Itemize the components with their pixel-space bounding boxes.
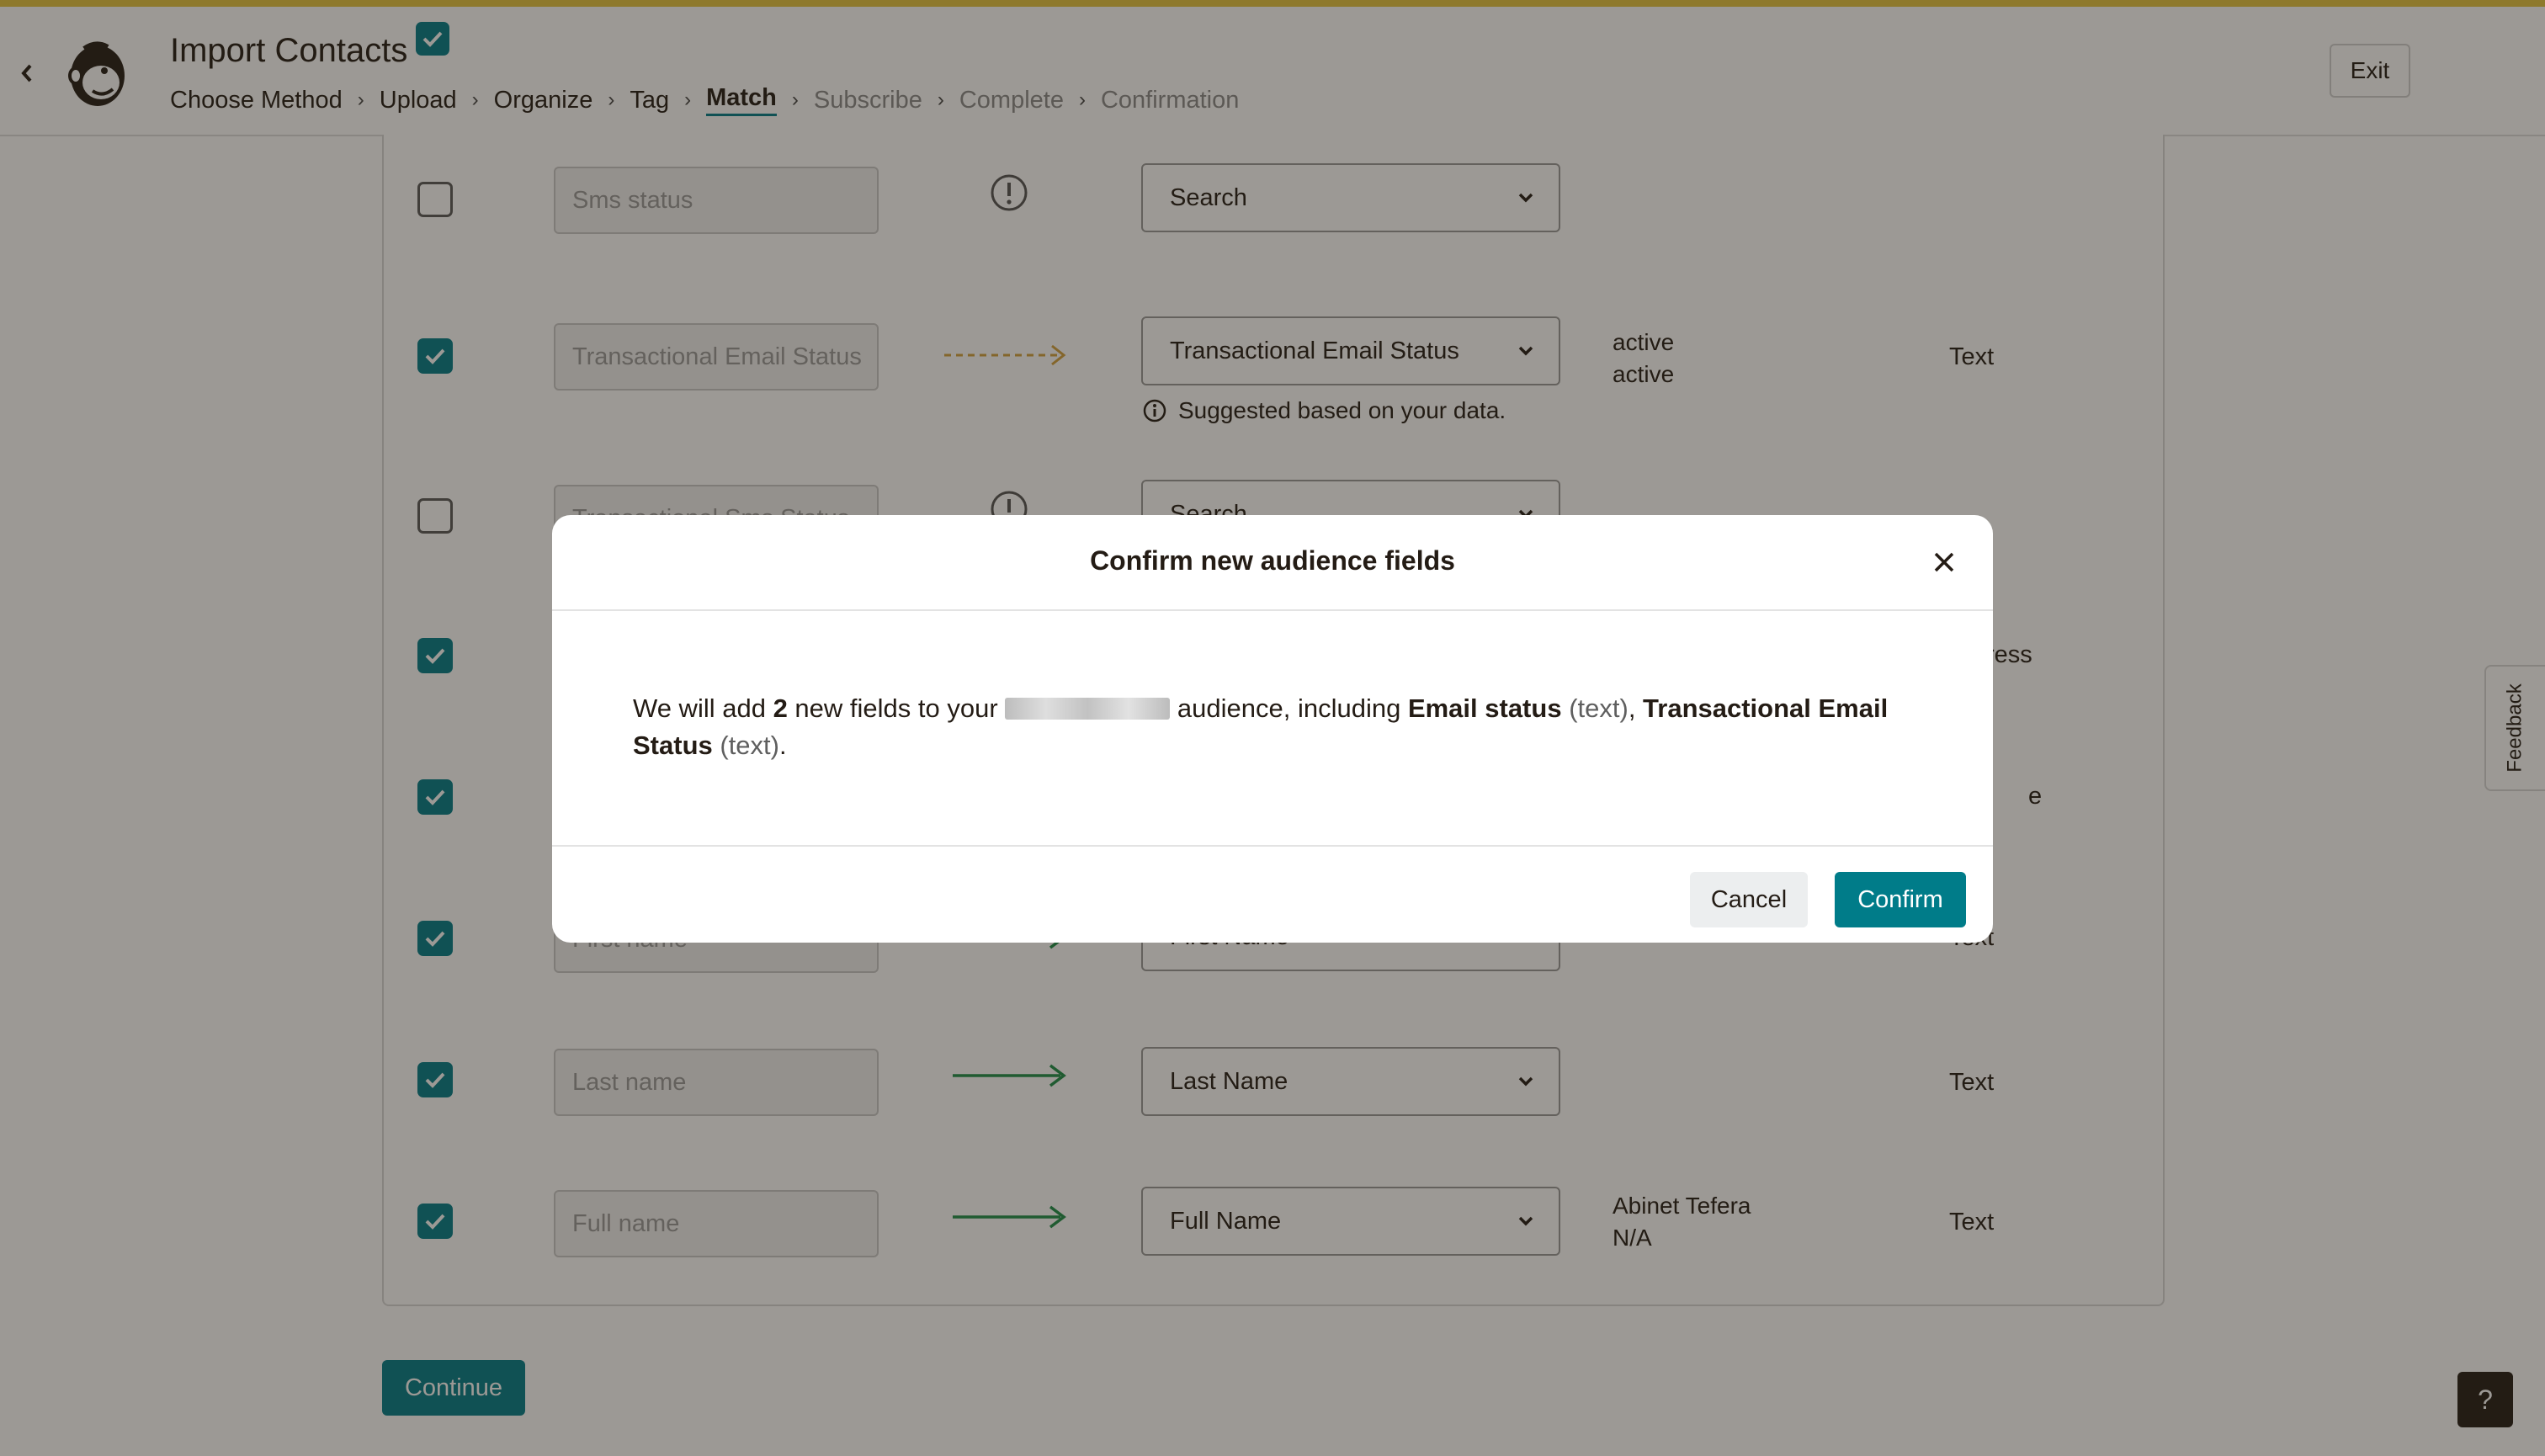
dialog-header: Confirm new audience fields	[552, 515, 1993, 611]
confirm-fields-dialog: Confirm new audience fields We will add …	[552, 515, 1993, 943]
dialog-title: Confirm new audience fields	[1090, 545, 1455, 576]
field-name: Email status	[1407, 693, 1562, 723]
redacted-audience-name	[1005, 698, 1171, 720]
dialog-message: We will add 2 new fields to your audienc…	[633, 690, 1929, 764]
cancel-button[interactable]: Cancel	[1690, 872, 1808, 927]
field-type: (text)	[1569, 693, 1628, 723]
message-text: ,	[1628, 693, 1644, 723]
new-field-count: 2	[773, 693, 788, 723]
message-text: audience, including	[1170, 693, 1408, 723]
message-text: new fields to your	[787, 693, 1006, 723]
close-icon[interactable]	[1927, 545, 1961, 579]
confirm-button[interactable]: Confirm	[1835, 872, 1966, 927]
field-type: (text)	[720, 731, 779, 760]
message-text: .	[779, 731, 787, 760]
message-text: We will add	[633, 693, 773, 723]
dialog-footer: Cancel Confirm	[552, 845, 1993, 943]
